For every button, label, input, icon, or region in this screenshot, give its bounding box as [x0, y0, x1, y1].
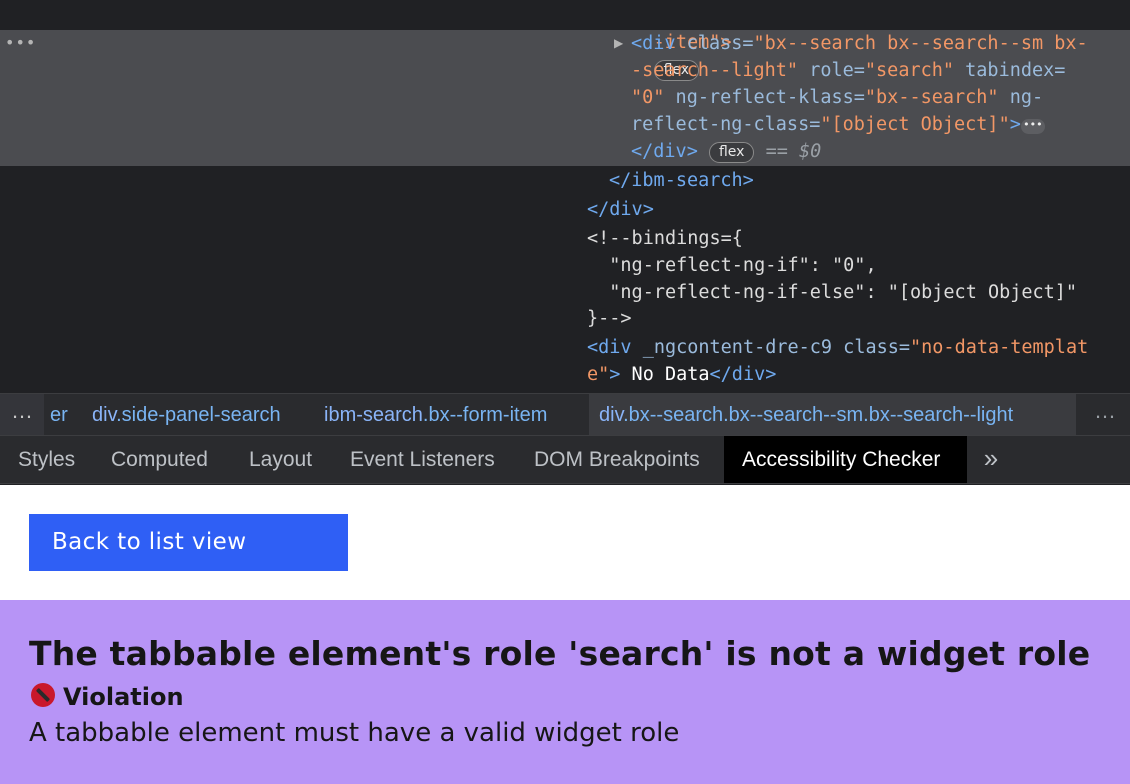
dom-line-comment-binding-1[interactable]: "ng-reflect-ng-if": "0", — [587, 252, 877, 279]
dom-line-div-close[interactable]: </div> — [587, 196, 654, 223]
elements-dom-tree[interactable]: ••• -item"> flex ▶ <div class="bx--searc… — [0, 0, 1130, 393]
breadcrumb-item-side-panel-search[interactable]: div.side-panel-search — [82, 394, 291, 435]
tag-close: </div> — [709, 364, 777, 385]
dom-line-selected-2[interactable]: -search--light" role="search" tabindex= — [631, 57, 1065, 84]
dom-line-selected-4[interactable]: reflect-ng-class="[object Object]"> ••• — [631, 111, 1045, 138]
more-options-icon[interactable]: ••• — [5, 31, 36, 55]
selected-marker: == — [754, 141, 800, 162]
breadcrumb-partial-text: er — [50, 404, 68, 426]
tag-bracket: > — [609, 364, 621, 385]
breadcrumb-scroll-right-button[interactable]: … — [1080, 394, 1130, 435]
attr-value: "no-data-templat — [910, 337, 1089, 358]
tab-styles[interactable]: Styles — [0, 436, 93, 483]
tab-computed[interactable]: Computed — [93, 436, 226, 483]
breadcrumb-tag: div — [599, 404, 624, 426]
dom-breadcrumb: … er div.side-panel-search ibm-search.bx… — [0, 393, 1130, 436]
attr-name: ng- — [998, 87, 1044, 108]
breadcrumb-class: .bx--form-item — [422, 404, 548, 426]
attr-value: e" — [587, 364, 610, 385]
issue-title: The tabbable element's role 'search' is … — [29, 634, 1091, 673]
dom-line-selected-3[interactable]: "0" ng-reflect-klass="bx--search" ng- — [631, 84, 1043, 111]
flex-badge[interactable]: flex — [708, 142, 755, 163]
tab-dom-breakpoints[interactable]: DOM Breakpoints — [516, 436, 718, 483]
tag-close: </div> — [631, 141, 698, 162]
attr-name: ng-reflect-klass= — [664, 87, 865, 108]
breadcrumb-tag: ibm-search — [324, 404, 423, 426]
attr-name: _ngcontent-dre-c9 class= — [631, 337, 911, 358]
attr-value: -search--light" — [631, 60, 799, 81]
tab-accessibility-checker[interactable]: Accessibility Checker — [724, 436, 967, 483]
sidebar-tabs: Styles Computed Layout Event Listeners D… — [0, 436, 1130, 484]
dom-line-nodata-2[interactable]: e"> No Data</div> — [587, 361, 776, 388]
tab-layout[interactable]: Layout — [231, 436, 330, 483]
breadcrumb-scroll-left-button[interactable]: … — [0, 394, 44, 435]
issue-detail: The tabbable element's role 'search' is … — [0, 600, 1130, 784]
breadcrumb-item-ibm-search[interactable]: ibm-search.bx--form-item — [314, 394, 557, 435]
attr-value: "bx--search bx--search--sm bx- — [753, 33, 1088, 54]
comment-text: "ng-reflect-ng-if": "0", — [587, 255, 877, 276]
dom-line-comment-close[interactable]: }--> — [587, 305, 632, 332]
accessibility-checker-panel: Back to list view The tabbable element's… — [0, 485, 1130, 784]
tag-open: <div — [587, 337, 632, 358]
breadcrumb-item-partial[interactable]: er — [40, 394, 78, 435]
selected-marker-dollar: $0 — [799, 141, 822, 162]
violation-icon — [31, 683, 55, 707]
breadcrumb-item-bx-search[interactable]: div.bx--search.bx--search--sm.bx--search… — [589, 394, 1076, 435]
comment-text: }--> — [587, 308, 632, 329]
dom-line-ibm-search-close[interactable]: </ibm-search> — [609, 167, 754, 194]
tag-bracket: > — [1009, 114, 1021, 135]
attr-name: class= — [675, 33, 754, 54]
attr-name: tabindex= — [954, 60, 1066, 81]
tag-close: </ibm-search> — [609, 170, 754, 191]
tag-open: <div — [631, 33, 676, 54]
comment-text: "ng-reflect-ng-if-else": "[object Object… — [587, 282, 1078, 303]
expand-triangle-icon[interactable]: ▶ — [614, 35, 623, 51]
comment-text: <!--bindings={ — [587, 228, 743, 249]
dom-line-comment-binding-2[interactable]: "ng-reflect-ng-if-else": "[object Object… — [587, 279, 1077, 306]
dom-line-comment-open[interactable]: <!--bindings={ — [587, 225, 743, 252]
dom-line-nodata-1[interactable]: <div _ngcontent-dre-c9 class="no-data-te… — [587, 334, 1088, 361]
issue-description: A tabbable element must have a valid wid… — [29, 718, 680, 748]
violation-label: Violation — [63, 683, 184, 711]
tab-event-listeners[interactable]: Event Listeners — [332, 436, 513, 483]
back-to-list-view-button[interactable]: Back to list view — [29, 514, 348, 571]
attr-value: "0" — [631, 87, 665, 108]
attr-value: "bx--search" — [864, 87, 999, 108]
dom-line-selected-1[interactable]: <div class="bx--search bx--search--sm bx… — [631, 30, 1088, 57]
dom-line-selected-5[interactable]: </div> flex == $0 — [631, 138, 821, 165]
attr-value: "[object Object]" — [820, 114, 1010, 135]
more-tabs-chevron-icon[interactable]: » — [976, 436, 1006, 483]
breadcrumb-tag: div — [92, 404, 117, 426]
tag-close: </div> — [587, 199, 654, 220]
attr-value: "search" — [864, 60, 955, 81]
attr-name: reflect-ng-class= — [631, 114, 821, 135]
breadcrumb-class: .side-panel-search — [116, 404, 281, 426]
dom-line-item-end[interactable]: -item"> flex — [609, 2, 732, 81]
text-node: No Data — [620, 364, 710, 385]
collapsed-children-ellipsis[interactable]: ••• — [1020, 119, 1045, 134]
attr-name: role= — [798, 60, 865, 81]
breadcrumb-class: .bx--search.bx--search--sm.bx--search--l… — [623, 404, 1014, 426]
violation-row: Violation — [31, 683, 184, 713]
